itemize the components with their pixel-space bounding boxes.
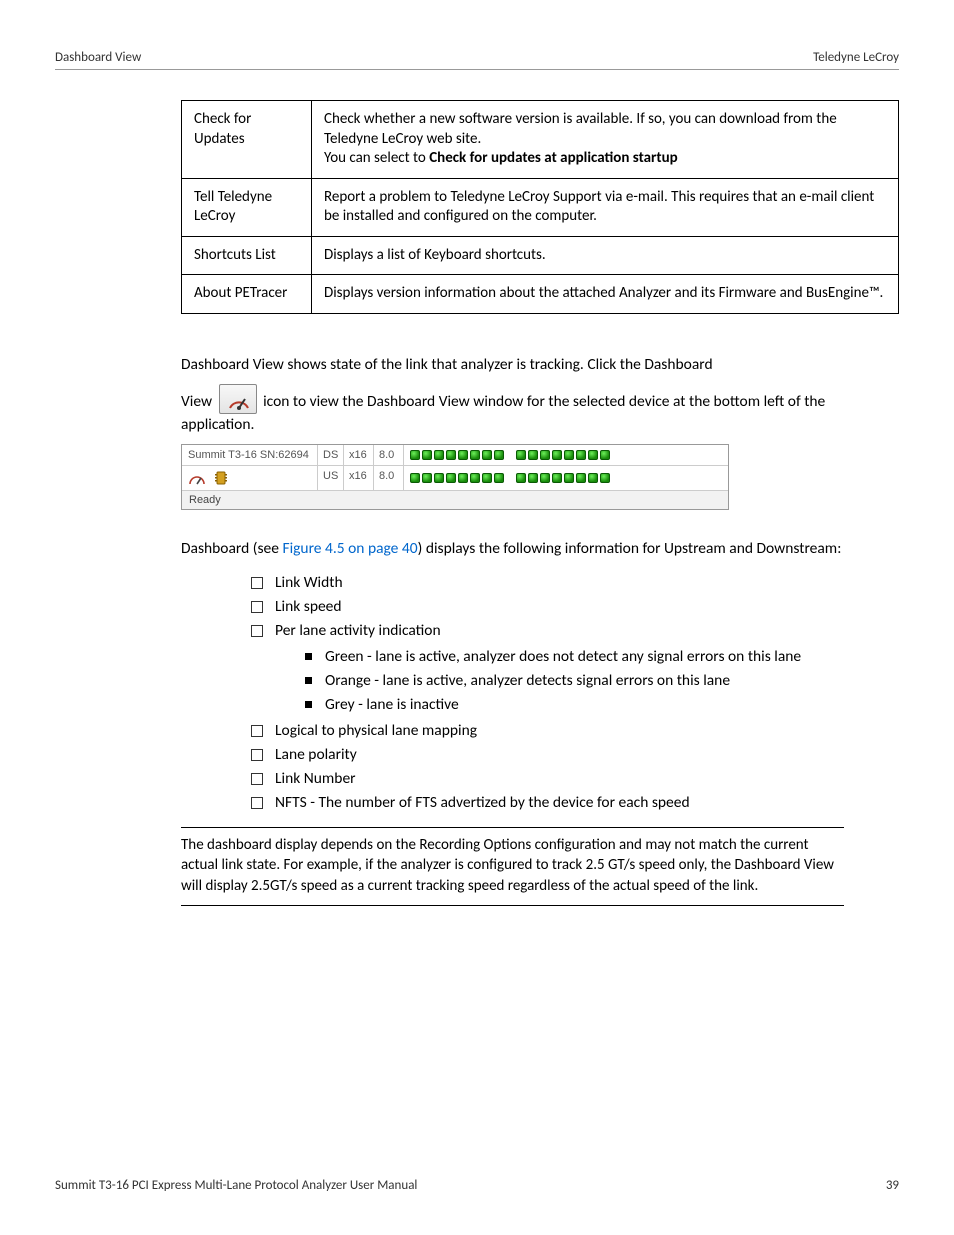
- dir-cell: US: [318, 466, 344, 490]
- note-box: The dashboard display depends on the Rec…: [181, 827, 844, 906]
- dir-cell: DS: [318, 445, 344, 465]
- gauge-icon: [188, 470, 206, 486]
- intro-paragraph-1a: Dashboard View shows state of the link t…: [181, 354, 899, 376]
- header-left: Dashboard View: [55, 50, 141, 65]
- cell-label: Tell Teledyne LeCroy: [182, 178, 312, 236]
- figure-link[interactable]: Figure 4.5 on page 40: [282, 539, 417, 558]
- cell-desc: Displays version information about the a…: [312, 275, 899, 314]
- cell-desc: Displays a list of Keyboard shortcuts.: [312, 236, 899, 275]
- list-item: Lane polarity: [249, 743, 899, 767]
- list-item: Green - lane is active, analyzer does no…: [303, 645, 899, 669]
- table-row: About PETracer Displays version informat…: [182, 275, 899, 314]
- intro-paragraph-1b: View icon to view the Dashboard View win…: [181, 384, 899, 436]
- width-cell: x16: [344, 466, 374, 490]
- dashboard-screenshot: Summit T3-16 SN:62694 DS x16 8.0: [181, 444, 729, 510]
- page-number: 39: [886, 1178, 899, 1193]
- device-icons: [182, 466, 318, 490]
- help-menu-table: Check for Updates Check whether a new so…: [181, 100, 899, 314]
- list-item: NFTS - The number of FTS advertized by t…: [249, 791, 899, 815]
- lane-leds: [404, 445, 616, 465]
- width-cell: x16: [344, 445, 374, 465]
- cell-label: Check for Updates: [182, 101, 312, 179]
- page-footer: Summit T3-16 PCI Express Multi-Lane Prot…: [55, 1178, 899, 1193]
- cell-label: Shortcuts List: [182, 236, 312, 275]
- list-item: Logical to physical lane mapping: [249, 719, 899, 743]
- dashboard-view-icon: [219, 384, 257, 414]
- list-item: Link Width: [249, 571, 899, 595]
- status-bar: Ready: [182, 490, 728, 509]
- cell-label: About PETracer: [182, 275, 312, 314]
- cell-desc: Report a problem to Teledyne LeCroy Supp…: [312, 178, 899, 236]
- list-item: Grey - lane is inactive: [303, 693, 899, 717]
- list-item: Link speed: [249, 595, 899, 619]
- footer-left: Summit T3-16 PCI Express Multi-Lane Prot…: [55, 1178, 417, 1193]
- sub-list: Green - lane is active, analyzer does no…: [303, 645, 899, 717]
- device-name: Summit T3-16 SN:62694: [182, 445, 318, 465]
- list-item: Per lane activity indication Green - lan…: [249, 619, 899, 717]
- chip-icon: [214, 470, 228, 486]
- list-item: Orange - lane is active, analyzer detect…: [303, 669, 899, 693]
- feature-list: Link Width Link speed Per lane activity …: [249, 571, 899, 815]
- cell-desc: Check whether a new software version is …: [312, 101, 899, 179]
- speed-cell: 8.0: [374, 466, 404, 490]
- table-row: Shortcuts List Displays a list of Keyboa…: [182, 236, 899, 275]
- table-row: Check for Updates Check whether a new so…: [182, 101, 899, 179]
- list-item: Link Number: [249, 767, 899, 791]
- page-header: Dashboard View Teledyne LeCroy: [55, 50, 899, 70]
- table-row: Tell Teledyne LeCroy Report a problem to…: [182, 178, 899, 236]
- lane-leds: [404, 466, 616, 490]
- intro-paragraph-2: Dashboard (see Figure 4.5 on page 40) di…: [181, 538, 899, 560]
- header-right: Teledyne LeCroy: [813, 50, 899, 65]
- speed-cell: 8.0: [374, 445, 404, 465]
